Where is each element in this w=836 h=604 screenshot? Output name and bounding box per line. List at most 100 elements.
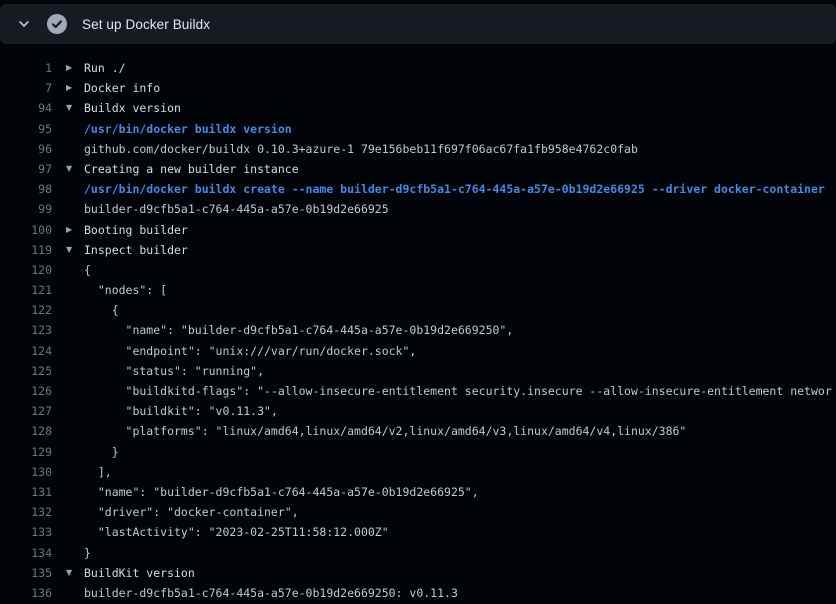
output-text: {	[84, 300, 119, 320]
line-number[interactable]: 99	[0, 199, 52, 219]
log-line: 136 builder-d9cfb5a1-c764-445a-a57e-0b19d…	[0, 583, 836, 603]
line-number[interactable]: 98	[0, 179, 52, 199]
output-text: "name": "builder-d9cfb5a1-c764-445a-a57e…	[84, 482, 479, 502]
triangle-down-icon[interactable]: ▼	[52, 563, 84, 583]
group-title[interactable]: Buildx version	[84, 98, 181, 118]
triangle-down-icon[interactable]: ▼	[52, 159, 84, 179]
triangle-down-icon[interactable]: ▼	[52, 98, 84, 118]
arrow-spacer	[52, 482, 84, 502]
log-line: 7▶Docker info	[0, 78, 836, 98]
output-text: "buildkit": "v0.11.3",	[84, 401, 278, 421]
triangle-right-icon[interactable]: ▶	[52, 220, 84, 240]
group-title[interactable]: Inspect builder	[84, 240, 188, 260]
line-number[interactable]: 95	[0, 119, 52, 139]
arrow-spacer	[52, 199, 84, 219]
log-line: 132 "driver": "docker-container",	[0, 502, 836, 522]
group-title[interactable]: Docker info	[84, 78, 160, 98]
log-line: 129 }	[0, 442, 836, 462]
line-number[interactable]: 7	[0, 78, 52, 98]
log-line: 120 {	[0, 260, 836, 280]
log-line: 127 "buildkit": "v0.11.3",	[0, 401, 836, 421]
log-line: 125 "status": "running",	[0, 361, 836, 381]
line-number[interactable]: 132	[0, 502, 52, 522]
log-line: 130 ],	[0, 462, 836, 482]
log-line: 1▶Run ./	[0, 58, 836, 78]
triangle-right-icon[interactable]: ▶	[52, 78, 84, 98]
line-number[interactable]: 125	[0, 361, 52, 381]
log-line: 99 builder-d9cfb5a1-c764-445a-a57e-0b19d2…	[0, 199, 836, 219]
arrow-spacer	[52, 381, 84, 401]
line-number[interactable]: 97	[0, 159, 52, 179]
line-number[interactable]: 122	[0, 300, 52, 320]
line-number[interactable]: 100	[0, 220, 52, 240]
output-text: "platforms": "linux/amd64,linux/amd64/v2…	[84, 421, 686, 441]
arrow-spacer	[52, 462, 84, 482]
log-line: 94▼Buildx version	[0, 98, 836, 118]
output-text: builder-d9cfb5a1-c764-445a-a57e-0b19d2e6…	[84, 199, 389, 219]
output-text: builder-d9cfb5a1-c764-445a-a57e-0b19d2e6…	[84, 583, 458, 603]
line-number[interactable]: 134	[0, 543, 52, 563]
output-text: github.com/docker/buildx 0.10.3+azure-1 …	[84, 139, 638, 159]
line-number[interactable]: 135	[0, 563, 52, 583]
output-text: ],	[84, 462, 112, 482]
line-number[interactable]: 124	[0, 341, 52, 361]
chevron-down-icon[interactable]	[16, 16, 32, 32]
group-title[interactable]: Run ./	[84, 58, 126, 78]
group-title[interactable]: Creating a new builder instance	[84, 159, 299, 179]
command-text: /usr/bin/docker buildx version	[84, 119, 292, 139]
line-number[interactable]: 126	[0, 381, 52, 401]
output-text: "endpoint": "unix:///var/run/docker.sock…	[84, 341, 416, 361]
log-line: 98/usr/bin/docker buildx create --name b…	[0, 179, 836, 199]
arrow-spacer	[52, 522, 84, 542]
line-number[interactable]: 127	[0, 401, 52, 421]
line-number[interactable]: 120	[0, 260, 52, 280]
line-number[interactable]: 119	[0, 240, 52, 260]
output-text: {	[84, 260, 91, 280]
log-line: 124 "endpoint": "unix:///var/run/docker.…	[0, 341, 836, 361]
line-number[interactable]: 133	[0, 522, 52, 542]
arrow-spacer	[52, 583, 84, 603]
triangle-right-icon[interactable]: ▶	[52, 58, 84, 78]
command-text: /usr/bin/docker buildx create --name bui…	[84, 179, 825, 199]
arrow-spacer	[52, 260, 84, 280]
log-line: 126 "buildkitd-flags": "--allow-insecure…	[0, 381, 836, 401]
log-line: 123 "name": "builder-d9cfb5a1-c764-445a-…	[0, 320, 836, 340]
arrow-spacer	[52, 300, 84, 320]
triangle-down-icon[interactable]: ▼	[52, 240, 84, 260]
output-text: "buildkitd-flags": "--allow-insecure-ent…	[84, 381, 832, 401]
log-line: 100▶Booting builder	[0, 220, 836, 240]
step-header[interactable]: Set up Docker Buildx	[0, 4, 836, 44]
arrow-spacer	[52, 401, 84, 421]
line-number[interactable]: 123	[0, 320, 52, 340]
arrow-spacer	[52, 421, 84, 441]
line-number[interactable]: 131	[0, 482, 52, 502]
arrow-spacer	[52, 502, 84, 522]
line-number[interactable]: 1	[0, 58, 52, 78]
log-line: 133 "lastActivity": "2023-02-25T11:58:12…	[0, 522, 836, 542]
output-text: "status": "running",	[84, 361, 264, 381]
arrow-spacer	[52, 361, 84, 381]
log-line: 131 "name": "builder-d9cfb5a1-c764-445a-…	[0, 482, 836, 502]
log-line: 134}	[0, 543, 836, 563]
output-text: }	[84, 543, 91, 563]
check-circle-icon	[47, 14, 67, 34]
line-number[interactable]: 130	[0, 462, 52, 482]
log-line: 121 "nodes": [	[0, 280, 836, 300]
group-title[interactable]: Booting builder	[84, 220, 188, 240]
group-title[interactable]: BuildKit version	[84, 563, 195, 583]
arrow-spacer	[52, 341, 84, 361]
output-text: "driver": "docker-container",	[84, 502, 299, 522]
line-number[interactable]: 128	[0, 421, 52, 441]
log-line: 119▼Inspect builder	[0, 240, 836, 260]
step-title: Set up Docker Buildx	[82, 17, 210, 32]
line-number[interactable]: 129	[0, 442, 52, 462]
line-number[interactable]: 136	[0, 583, 52, 603]
output-text: "lastActivity": "2023-02-25T11:58:12.000…	[84, 522, 389, 542]
arrow-spacer	[52, 280, 84, 300]
line-number[interactable]: 94	[0, 98, 52, 118]
log-line: 128 "platforms": "linux/amd64,linux/amd6…	[0, 421, 836, 441]
line-number[interactable]: 121	[0, 280, 52, 300]
log-line: 96 github.com/docker/buildx 0.10.3+azure-…	[0, 139, 836, 159]
line-number[interactable]: 96	[0, 139, 52, 159]
output-text: }	[84, 442, 119, 462]
